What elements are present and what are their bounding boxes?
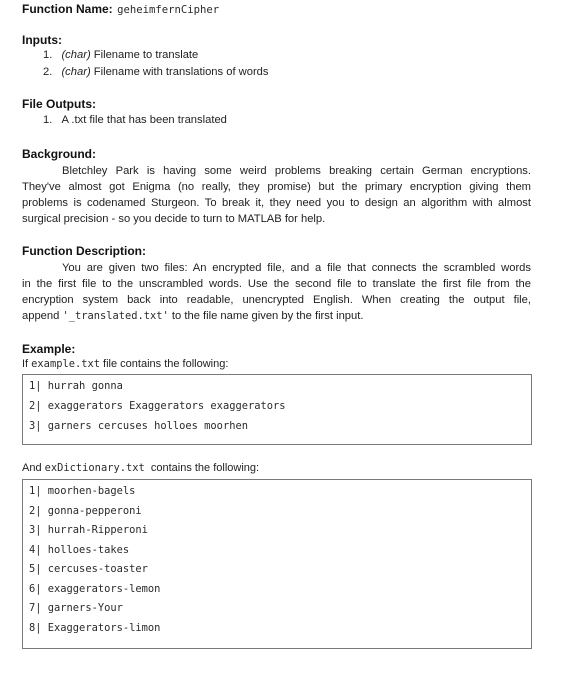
example-file-box: 1| hurrah gonna 2| exaggerators Exaggera… [22, 374, 532, 445]
code-line: 5| cercuses-toaster [29, 563, 148, 575]
paragraph-line: encryption system back into readable, un… [22, 294, 531, 306]
paragraph-line: problems is codenamed Sturgeon. To break… [22, 197, 531, 209]
code-line: 8| Exaggerators-limon [29, 622, 160, 634]
code-line: 2| gonna-pepperoni [29, 505, 142, 517]
list-number: 1. [43, 49, 53, 61]
line-number: 7| [29, 602, 42, 614]
code-line: 4| holloes-takes [29, 544, 129, 556]
paragraph-line: surgical precision - so you decide to tu… [22, 213, 326, 225]
file-outputs-heading: File Outputs: [22, 97, 96, 111]
function-description-heading: Function Description: [22, 244, 146, 258]
line-text: exaggerators-lemon [47, 582, 161, 595]
background-heading: Background: [22, 147, 97, 161]
input-item: 1. (char) Filename to translate [43, 49, 198, 61]
line-text: gonna-pepperoni [47, 504, 142, 517]
line-number: 5| [29, 563, 42, 575]
text: to the file name given by the first inpu… [168, 310, 364, 322]
line-number: 1| [29, 485, 42, 497]
line-number: 6| [29, 582, 42, 595]
output-text: A .txt file that has been translated [61, 114, 227, 126]
function-name-value: geheimfernCipher [117, 4, 220, 16]
inline-code: exDictionary.txt [44, 462, 145, 474]
line-text: garners cercuses holloes moorhen [47, 420, 248, 432]
list-number: 2. [43, 66, 53, 78]
text: If [22, 358, 32, 370]
code-line: 1| moorhen-bagels [29, 485, 135, 497]
line-number: 3| [29, 420, 42, 432]
line-text: moorhen-bagels [47, 485, 136, 497]
input-text: Filename to translate [90, 49, 199, 61]
code-line: 1| hurrah gonna [29, 380, 123, 392]
text: file contains the following: [100, 358, 229, 370]
line-text: exaggerators Exaggerators exaggerators [47, 400, 286, 412]
line-text: cercuses-toaster [47, 563, 148, 575]
paragraph-line: You are given two files: An encrypted fi… [62, 262, 531, 274]
code-line: 2| exaggerators Exaggerators exaggerator… [29, 400, 286, 412]
line-number: 2| [29, 400, 42, 412]
text: contains the following: [144, 462, 260, 474]
text: And [22, 462, 45, 474]
example-intro: If example.txt file contains the followi… [22, 358, 228, 370]
background-paragraph: Bletchley Park is having some weird prob… [22, 163, 531, 227]
function-name-label: Function Name: [22, 2, 113, 16]
function-description-paragraph: You are given two files: An encrypted fi… [22, 260, 531, 324]
function-name-line: Function Name: geheimfernCipher [22, 0, 219, 18]
code-line: 3| hurrah-Ripperoni [29, 524, 148, 536]
list-number: 1. [43, 114, 53, 126]
code-line: 6| exaggerators-lemon [29, 583, 160, 595]
inline-code: '_translated.txt' [62, 310, 169, 322]
line-text: hurrah-Ripperoni [47, 524, 148, 536]
example-heading: Example: [22, 342, 76, 356]
line-number: 4| [29, 543, 42, 556]
input-type: (char) [61, 49, 91, 61]
text: append [22, 310, 63, 322]
code-line: 7| garners-Your [29, 602, 123, 614]
dictionary-file-box: 1| moorhen-bagels 2| gonna-pepperoni 3| … [22, 479, 532, 649]
line-number: 8| [29, 621, 42, 634]
line-number: 1| [29, 380, 42, 392]
paragraph-line: They've almost got Enigma (no really, th… [22, 181, 531, 193]
input-type: (char) [61, 66, 91, 78]
line-text: holloes-takes [47, 543, 130, 556]
paragraph-line: Bletchley Park is having some weird prob… [62, 165, 531, 177]
line-number: 2| [29, 504, 42, 517]
line-text: Exaggerators-limon [47, 621, 161, 634]
output-item: 1. A .txt file that has been translated [43, 114, 227, 126]
line-number: 3| [29, 524, 42, 536]
code-line: 3| garners cercuses holloes moorhen [29, 420, 248, 432]
input-item: 2. (char) Filename with translations of … [43, 66, 269, 78]
paragraph-line: in the first file to the unscrambled wor… [22, 278, 531, 290]
paragraph-line: append '_translated.txt' to the file nam… [22, 308, 531, 324]
input-text: Filename with translations of words [90, 66, 269, 78]
inline-code: example.txt [31, 358, 100, 370]
line-text: hurrah gonna [47, 380, 123, 392]
inputs-heading: Inputs: [22, 33, 62, 47]
dictionary-intro: And exDictionary.txt contains the follow… [22, 462, 259, 474]
line-text: garners-Your [47, 602, 123, 614]
